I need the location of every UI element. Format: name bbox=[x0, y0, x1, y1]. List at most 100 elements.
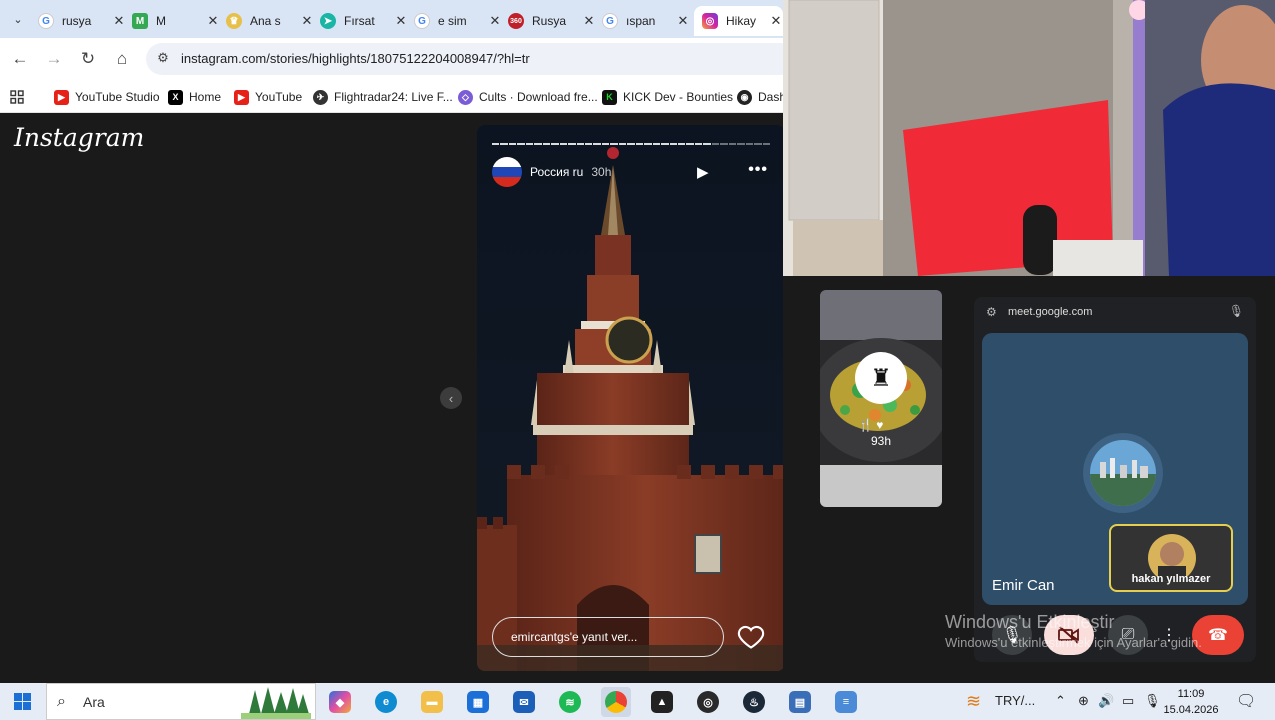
store-app-icon[interactable]: ▦ bbox=[463, 687, 493, 717]
present-screen-icon[interactable]: ⎚ bbox=[1108, 615, 1148, 655]
like-heart-icon[interactable] bbox=[737, 623, 765, 651]
spotify-app-icon[interactable]: ≋ bbox=[555, 687, 585, 717]
chrome-app-icon[interactable] bbox=[601, 687, 631, 717]
story-username[interactable]: Россия ru bbox=[530, 165, 583, 179]
display-icon[interactable]: ▭ bbox=[1122, 693, 1134, 709]
more-options-icon[interactable]: ⋮ bbox=[1158, 615, 1180, 655]
recording-app-icon[interactable]: ▲ bbox=[647, 687, 677, 717]
browser-tab[interactable]: G e sim ✕ bbox=[414, 6, 502, 36]
browser-tab-active[interactable]: ◎ Hikay ✕ bbox=[694, 6, 783, 36]
story-reply-input[interactable]: emircantgs'e yanıt ver... bbox=[492, 617, 724, 657]
prev-story-arrow-icon[interactable]: ‹ bbox=[440, 387, 462, 409]
instagram-logo[interactable]: Instagram bbox=[14, 123, 144, 152]
home-icon[interactable]: ⌂ bbox=[110, 47, 134, 71]
apps-grid-icon[interactable] bbox=[10, 87, 24, 107]
self-view-tile[interactable]: hakan yılmazer bbox=[1109, 524, 1233, 592]
bookmark-home[interactable]: X Home bbox=[168, 87, 221, 107]
city-photo-avatar bbox=[1090, 440, 1156, 506]
close-tab-icon[interactable]: ✕ bbox=[582, 13, 596, 29]
bookmarks-bar: ▶ YouTube Studio X Home ▶ YouTube ✈ Flig… bbox=[0, 80, 786, 113]
participant-name: Emir Can bbox=[992, 577, 1055, 594]
show-hidden-icons-icon[interactable]: ⌃ bbox=[1055, 693, 1066, 709]
bookmark-cults[interactable]: ◇ Cults · Download fre... bbox=[458, 87, 598, 107]
more-options-icon[interactable]: ••• bbox=[748, 161, 768, 179]
x-icon: X bbox=[168, 89, 183, 105]
participant-tile[interactable]: Emir Can hakan yılmazer bbox=[982, 333, 1248, 605]
url-text[interactable]: instagram.com/stories/highlights/1807512… bbox=[181, 51, 530, 66]
camera-off-icon[interactable] bbox=[1044, 615, 1094, 655]
currency-widget-icon[interactable]: ≋ bbox=[966, 691, 981, 712]
obs-app-icon[interactable]: ◎ bbox=[693, 687, 723, 717]
file-explorer-icon[interactable]: ▬ bbox=[417, 687, 447, 717]
browser-toolbar: ← → ↻ ⌂ ⚙ instagram.com/stories/highligh… bbox=[0, 38, 796, 80]
system-clock[interactable]: 11:09 15.04.2026 bbox=[1163, 686, 1219, 718]
forest-widget-icon bbox=[241, 687, 311, 719]
kick-icon: K bbox=[602, 89, 617, 105]
close-tab-icon[interactable]: ✕ bbox=[300, 13, 314, 29]
close-tab-icon[interactable]: ✕ bbox=[394, 13, 408, 29]
back-icon[interactable]: ← bbox=[8, 47, 32, 71]
close-tab-icon[interactable]: ✕ bbox=[676, 13, 690, 29]
reload-icon[interactable]: ↻ bbox=[76, 47, 100, 71]
microphone-tray-icon[interactable]: 🎙 bbox=[1144, 693, 1161, 709]
microphone-icon[interactable]: 🎙 bbox=[992, 615, 1032, 655]
next-story-preview[interactable]: ♜ 🍴 ♥ 93h bbox=[820, 290, 942, 507]
heart-emoji-icon: 🍴 ♥ bbox=[858, 418, 884, 432]
dash-icon: ◉ bbox=[737, 89, 752, 105]
steam-app-icon[interactable]: ♨ bbox=[739, 687, 769, 717]
webcam-overlay bbox=[783, 0, 1275, 276]
cults-icon: ◇ bbox=[458, 89, 473, 105]
notifications-icon[interactable]: 🗨 bbox=[1236, 691, 1256, 711]
notepad-app-icon[interactable]: ≡ bbox=[831, 687, 861, 717]
self-name: hakan yılmazer bbox=[1131, 573, 1211, 585]
close-tab-icon[interactable]: ✕ bbox=[488, 13, 502, 29]
end-call-icon[interactable]: ☎ bbox=[1192, 615, 1244, 655]
close-tab-icon[interactable]: ✕ bbox=[112, 13, 126, 29]
mail-app-icon[interactable]: ✉ bbox=[509, 687, 539, 717]
youtube-icon: ▶ bbox=[54, 89, 69, 105]
copilot-app-icon[interactable]: ◆ bbox=[325, 687, 355, 717]
kremlin-tower-image bbox=[477, 125, 783, 671]
browser-tab[interactable]: G ıspan ✕ bbox=[602, 6, 690, 36]
browser-tab[interactable]: ➤ Fırsat ✕ bbox=[320, 6, 408, 36]
google-icon: G bbox=[38, 13, 54, 29]
bookmark-dash[interactable]: ◉ Dash bbox=[737, 87, 786, 107]
browser-tab[interactable]: M M ✕ bbox=[132, 6, 220, 36]
close-tab-icon[interactable]: ✕ bbox=[769, 13, 783, 29]
gmail-record-icon: M bbox=[132, 13, 148, 29]
bookmark-youtube[interactable]: ▶ YouTube bbox=[234, 87, 302, 107]
webcam-image bbox=[783, 0, 1275, 276]
story-header: Россия ru 30h ▶ ••• bbox=[492, 157, 772, 187]
google-icon: G bbox=[414, 13, 430, 29]
network-icon[interactable]: ⊕ bbox=[1078, 693, 1089, 709]
crown-icon: ♛ bbox=[226, 13, 242, 29]
calculator-app-icon[interactable]: ▤ bbox=[785, 687, 815, 717]
bookmark-flightradar[interactable]: ✈ Flightradar24: Live F... bbox=[313, 87, 453, 107]
story-viewer[interactable]: Россия ru 30h ▶ ••• emircantgs'e yanıt v… bbox=[477, 125, 783, 671]
close-tab-icon[interactable]: ✕ bbox=[206, 13, 220, 29]
forward-icon[interactable]: → bbox=[42, 47, 66, 71]
browser-tab[interactable]: ♛ Ana s ✕ bbox=[226, 6, 314, 36]
browser-tab[interactable]: 360 Rusya ✕ bbox=[508, 6, 596, 36]
meet-titlebar: ⚙ meet.google.com 🎙 bbox=[974, 297, 1256, 328]
taskbar: ⌕ Ara ◆ e ▬ ▦ ✉ ≋ ▲ ◎ ♨ ▤ ≡ ≋ TRY/... ⌃ … bbox=[0, 683, 1275, 720]
story-progress-bar bbox=[492, 143, 770, 145]
bookmark-kick[interactable]: K KICK Dev - Bounties bbox=[602, 87, 733, 107]
windows-start-icon[interactable] bbox=[14, 693, 31, 710]
currency-ticker[interactable]: TRY/... bbox=[995, 693, 1035, 708]
volume-icon[interactable]: 🔊 bbox=[1098, 693, 1114, 709]
address-bar[interactable]: ⚙ instagram.com/stories/highlights/18075… bbox=[146, 43, 796, 75]
mic-indicator-icon: 🎙 bbox=[1228, 304, 1244, 318]
edge-app-icon[interactable]: e bbox=[371, 687, 401, 717]
play-icon[interactable]: ▶ bbox=[697, 163, 717, 183]
browser-tab[interactable]: G rusya ✕ bbox=[38, 6, 126, 36]
chef-hat-avatar-icon: ♜ bbox=[855, 352, 907, 404]
site-settings-icon[interactable]: ⚙ bbox=[986, 305, 997, 319]
meet-pip-window: ⚙ meet.google.com 🎙 Emir Can hakan yılma… bbox=[974, 297, 1256, 662]
bookmark-youtube-studio[interactable]: ▶ YouTube Studio bbox=[54, 87, 160, 107]
site-info-icon[interactable]: ⚙ bbox=[154, 50, 172, 68]
tab-search-menu-icon[interactable]: ⌄ bbox=[8, 9, 28, 29]
tab-strip: ⌄ G rusya ✕ M M ✕ ♛ Ana s ✕ ➤ Fırsat ✕ G… bbox=[0, 0, 783, 38]
taskbar-search-box[interactable]: ⌕ Ara bbox=[46, 683, 316, 720]
russia-flag-avatar[interactable] bbox=[492, 157, 522, 187]
